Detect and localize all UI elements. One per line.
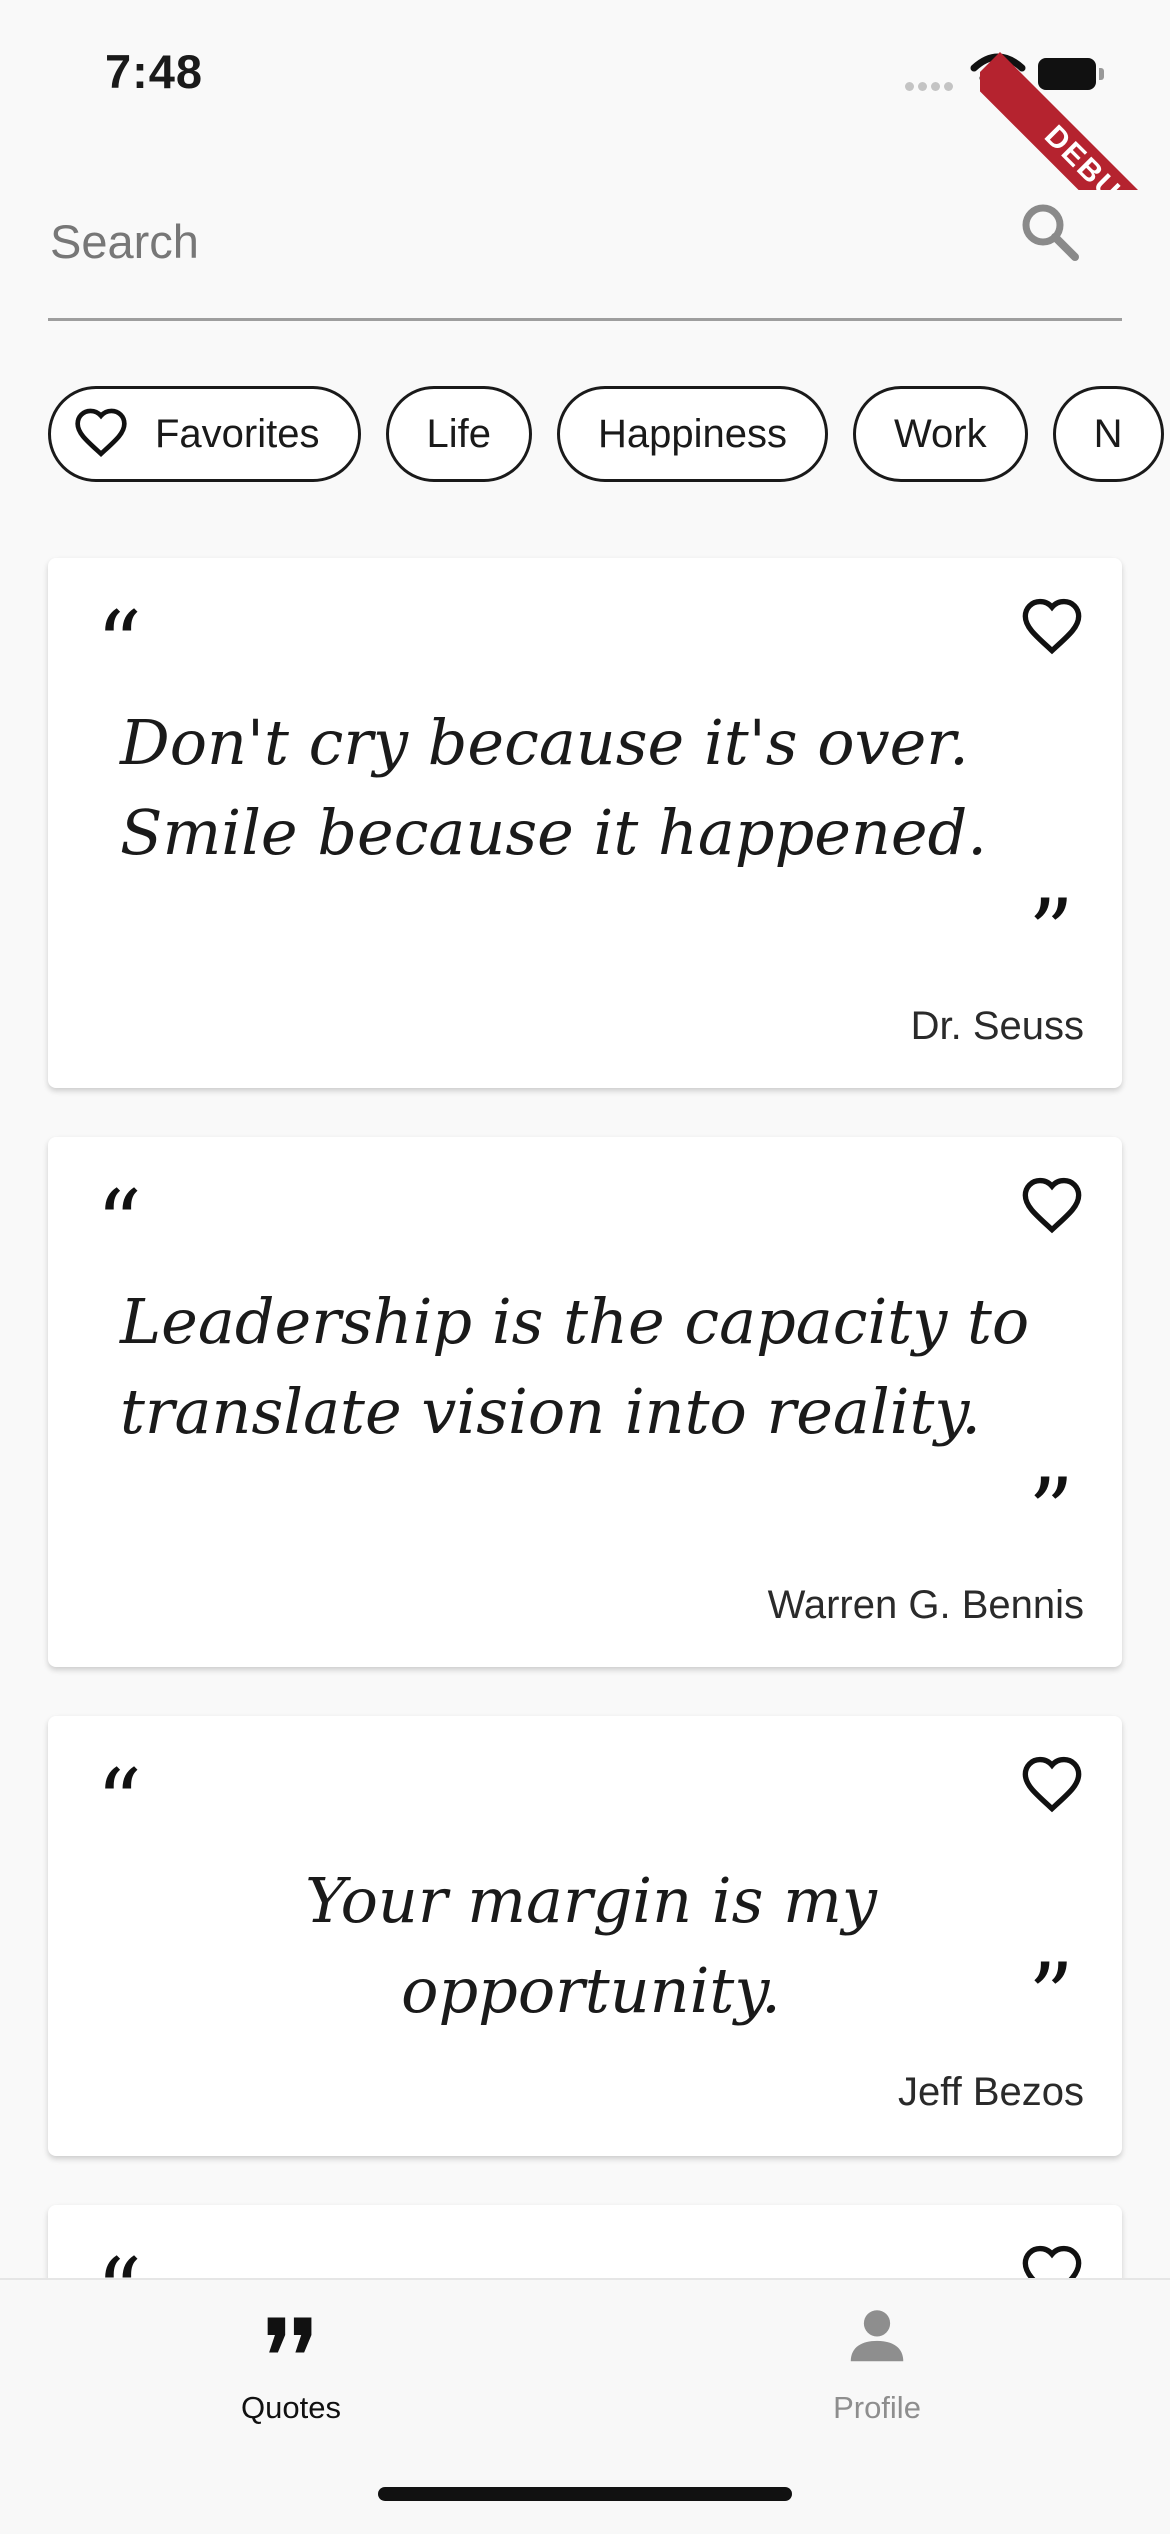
debug-banner: DEBUG (980, 0, 1170, 190)
chip-more[interactable]: N (1052, 386, 1164, 482)
quote-author: Dr. Seuss (910, 1004, 1084, 1048)
home-indicator (378, 2487, 792, 2501)
open-quote-icon: “ (96, 592, 143, 697)
chip-favorites[interactable]: Favorites (48, 386, 361, 482)
chip-label: N (1093, 411, 1123, 456)
quote-author: Warren G. Bennis (767, 1583, 1084, 1627)
search-bar (48, 170, 1122, 321)
category-chips: Favorites Life Happiness Work N (48, 386, 1170, 490)
chip-happiness[interactable]: Happiness (557, 386, 829, 482)
cellular-signal-icon (905, 78, 957, 92)
quote-text: Leadership is the capacity to translate … (120, 1285, 1030, 1448)
nav-profile-label: Profile (833, 2390, 921, 2425)
status-time: 7:48 (105, 45, 204, 98)
quote-card: “ Don't cry because it's over. Smile bec… (48, 558, 1122, 1088)
chip-label: Life (426, 411, 492, 456)
open-quote-icon: “ (96, 1750, 143, 1855)
chip-label: Favorites (155, 411, 320, 456)
close-quote-icon: ” (1027, 1459, 1074, 1564)
open-quote-icon: “ (96, 1171, 143, 1276)
nav-quotes-tab[interactable]: Quotes (141, 2300, 441, 2426)
quote-card: “ Leadership is the capacity to translat… (48, 1137, 1122, 1667)
quote-author: Jeff Bezos (897, 2070, 1084, 2114)
heart-outline-icon (75, 408, 127, 458)
favorite-heart-icon[interactable] (1020, 1175, 1084, 1239)
search-input[interactable] (48, 200, 992, 282)
format-quote-icon (267, 2317, 312, 2353)
close-quote-icon: ” (1027, 880, 1074, 985)
nav-quotes-label: Quotes (241, 2390, 341, 2425)
quote-card: “ Your margin is my opportunity. ” Jeff … (48, 1716, 1122, 2156)
status-bar: 7:48 DEBUG (0, 0, 1170, 190)
chip-life[interactable]: Life (385, 386, 532, 482)
close-quote-icon: ” (1027, 1944, 1074, 2049)
favorite-heart-icon[interactable] (1020, 596, 1084, 660)
chip-label: Work (894, 411, 987, 456)
nav-profile-tab[interactable]: Profile (727, 2300, 1027, 2426)
search-icon[interactable] (1018, 200, 1082, 264)
quote-text: Your margin is my opportunity. (305, 1864, 877, 2027)
chip-work[interactable]: Work (853, 386, 1028, 482)
person-icon (850, 2310, 904, 2362)
favorite-heart-icon[interactable] (1020, 1754, 1084, 1818)
quote-text: Don't cry because it's over. Smile becau… (120, 706, 987, 869)
chip-label: Happiness (598, 411, 788, 456)
